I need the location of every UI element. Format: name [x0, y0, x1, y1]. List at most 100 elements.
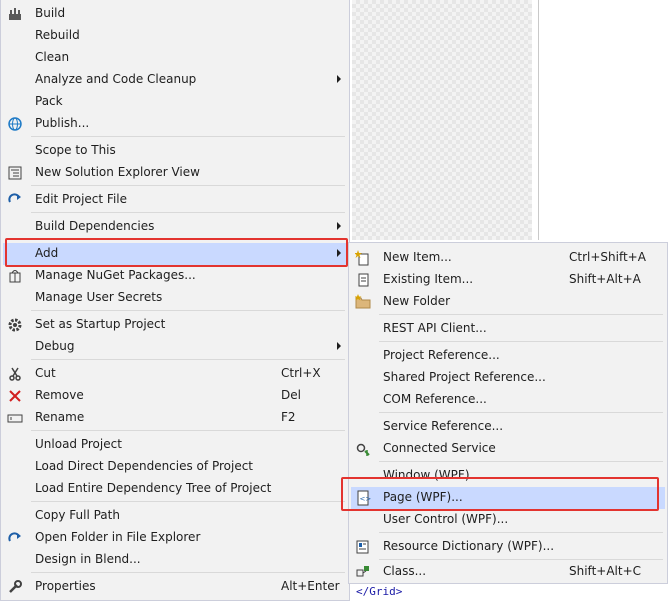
menu-item-label: Existing Item... [383, 272, 474, 286]
menu-item-manage-nuget[interactable]: Manage NuGet Packages... [3, 265, 347, 287]
menu-item-label: New Item... [383, 250, 452, 264]
menu-item-design-in-blend[interactable]: Design in Blend... [3, 549, 347, 571]
menu-item-existing-item[interactable]: Existing Item... Shift+Alt+A [351, 269, 665, 291]
menu-item-manage-user-secrets[interactable]: Manage User Secrets [3, 287, 347, 309]
menu-item-rest-api-client[interactable]: REST API Client... [351, 318, 665, 340]
menu-separator [31, 212, 345, 213]
menu-item-label: Build Dependencies [35, 219, 155, 233]
menu-separator [31, 310, 345, 311]
shortcut-text: Shift+Alt+A [569, 272, 641, 286]
menu-item-debug[interactable]: Debug [3, 336, 347, 358]
menu-item-user-control-wpf[interactable]: User Control (WPF)... [351, 509, 665, 531]
menu-item-build-dependencies[interactable]: Build Dependencies [3, 216, 347, 238]
menu-item-load-direct-deps[interactable]: Load Direct Dependencies of Project [3, 456, 347, 478]
menu-item-label: Manage User Secrets [35, 290, 163, 304]
menu-item-label: COM Reference... [383, 392, 487, 406]
menu-item-clean[interactable]: Clean [3, 47, 347, 69]
wrench-icon [7, 579, 23, 595]
menu-item-label: Build [35, 6, 66, 20]
menu-item-label: Manage NuGet Packages... [35, 268, 196, 282]
add-submenu: New Item... Ctrl+Shift+A Existing Item..… [348, 242, 668, 584]
menu-item-service-reference[interactable]: Service Reference... [351, 416, 665, 438]
menu-separator [31, 136, 345, 137]
shortcut-text: Ctrl+Shift+A [569, 250, 646, 264]
menu-item-label: Load Entire Dependency Tree of Project [35, 481, 272, 495]
menu-item-analyze[interactable]: Analyze and Code Cleanup [3, 69, 347, 91]
menu-item-label: Class... [383, 564, 427, 578]
menu-item-label: New Solution Explorer View [35, 165, 200, 179]
menu-item-properties[interactable]: Properties Alt+Enter [3, 576, 347, 598]
menu-item-label: Set as Startup Project [35, 317, 166, 331]
project-context-menu: Build Rebuild Clean Analyze and Code Cle… [0, 0, 350, 601]
menu-item-label: Scope to This [35, 143, 116, 157]
red-x-icon [7, 388, 23, 404]
menu-item-remove[interactable]: Remove Del [3, 385, 347, 407]
menu-item-label: Shared Project Reference... [383, 370, 546, 384]
scissors-icon [7, 366, 23, 382]
menu-item-resource-dictionary-wpf[interactable]: Resource Dictionary (WPF)... [351, 536, 665, 558]
menu-item-set-startup[interactable]: Set as Startup Project [3, 314, 347, 336]
menu-item-com-reference[interactable]: COM Reference... [351, 389, 665, 411]
menu-item-rename[interactable]: Rename F2 [3, 407, 347, 429]
menu-item-label: Cut [35, 366, 56, 380]
menu-separator [379, 559, 663, 560]
menu-item-label: Resource Dictionary (WPF)... [383, 539, 555, 553]
shortcut-text: Alt+Enter [281, 579, 340, 593]
menu-item-label: Rename [35, 410, 85, 424]
design-surface [352, 0, 532, 240]
menu-separator [379, 461, 663, 462]
menu-item-label: Unload Project [35, 437, 122, 451]
menu-item-label: Properties [35, 579, 96, 593]
menu-separator [31, 572, 345, 573]
menu-item-pack[interactable]: Pack [3, 91, 347, 113]
submenu-arrow-icon [337, 222, 341, 230]
menu-item-rebuild[interactable]: Rebuild [3, 25, 347, 47]
open-folder-arrow-icon [7, 530, 23, 546]
menu-item-shared-project-reference[interactable]: Shared Project Reference... [351, 367, 665, 389]
menu-item-label: Edit Project File [35, 192, 128, 206]
solution-explorer-icon [7, 165, 23, 181]
gear-icon [7, 317, 23, 333]
menu-item-new-solution-explorer-view[interactable]: New Solution Explorer View [3, 162, 347, 184]
menu-separator [379, 412, 663, 413]
menu-item-open-folder[interactable]: Open Folder in File Explorer [3, 527, 347, 549]
annotation-highlight-page-wpf [341, 477, 659, 511]
menu-item-new-item[interactable]: New Item... Ctrl+Shift+A [351, 247, 665, 269]
menu-item-label: Service Reference... [383, 419, 504, 433]
menu-item-label: Design in Blend... [35, 552, 141, 566]
menu-item-label: Connected Service [383, 441, 496, 455]
closing-grid-tag: </Grid> [356, 585, 403, 598]
globe-icon [7, 116, 23, 132]
menu-item-scope-to-this[interactable]: Scope to This [3, 140, 347, 162]
menu-item-new-folder[interactable]: New Folder [351, 291, 665, 313]
menu-separator [379, 532, 663, 533]
editor-divider [538, 0, 539, 240]
menu-item-unload-project[interactable]: Unload Project [3, 434, 347, 456]
existing-item-icon [355, 272, 371, 288]
menu-item-connected-service[interactable]: Connected Service [351, 438, 665, 460]
menu-item-label: Load Direct Dependencies of Project [35, 459, 253, 473]
submenu-arrow-icon [337, 75, 341, 83]
connected-service-icon [355, 441, 371, 457]
submenu-arrow-icon [337, 342, 341, 350]
menu-separator [31, 430, 345, 431]
build-icon [7, 6, 23, 22]
menu-separator [31, 359, 345, 360]
menu-item-publish[interactable]: Publish... [3, 113, 347, 135]
menu-item-load-entire-tree[interactable]: Load Entire Dependency Tree of Project [3, 478, 347, 500]
rename-icon [7, 410, 23, 426]
menu-item-label: Clean [35, 50, 70, 64]
menu-item-build[interactable]: Build [3, 3, 347, 25]
menu-item-label: Remove [35, 388, 84, 402]
shortcut-text: F2 [281, 410, 296, 424]
menu-item-label: Debug [35, 339, 75, 353]
menu-item-class[interactable]: Class... Shift+Alt+C [351, 561, 665, 583]
menu-item-copy-full-path[interactable]: Copy Full Path [3, 505, 347, 527]
menu-item-edit-project-file[interactable]: Edit Project File [3, 189, 347, 211]
shortcut-text: Shift+Alt+C [569, 564, 642, 578]
menu-item-label: New Folder [383, 294, 451, 308]
menu-separator [31, 185, 345, 186]
shortcut-text: Del [281, 388, 301, 402]
menu-item-cut[interactable]: Cut Ctrl+X [3, 363, 347, 385]
menu-item-project-reference[interactable]: Project Reference... [351, 345, 665, 367]
